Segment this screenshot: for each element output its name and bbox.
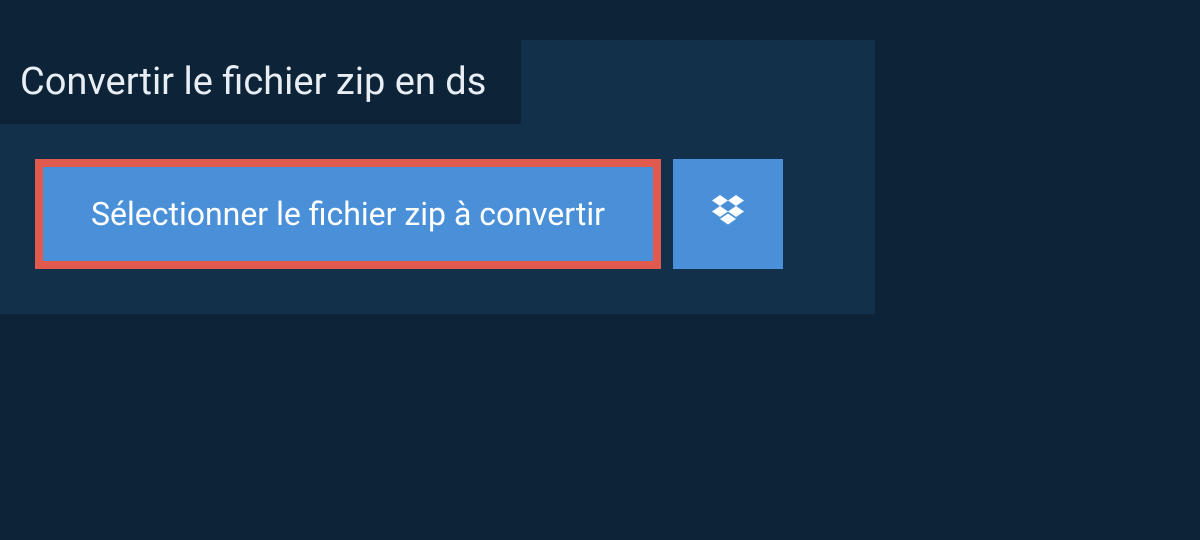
title-bar: Convertir le fichier zip en ds <box>0 40 521 124</box>
dropbox-icon <box>708 192 748 236</box>
page-title: Convertir le fichier zip en ds <box>20 60 486 104</box>
dropbox-button[interactable] <box>673 159 783 269</box>
conversion-panel: Convertir le fichier zip en ds Sélection… <box>0 40 875 314</box>
button-row: Sélectionner le fichier zip à convertir <box>35 159 875 269</box>
select-file-button[interactable]: Sélectionner le fichier zip à convertir <box>35 159 661 269</box>
select-file-label: Sélectionner le fichier zip à convertir <box>91 195 605 233</box>
